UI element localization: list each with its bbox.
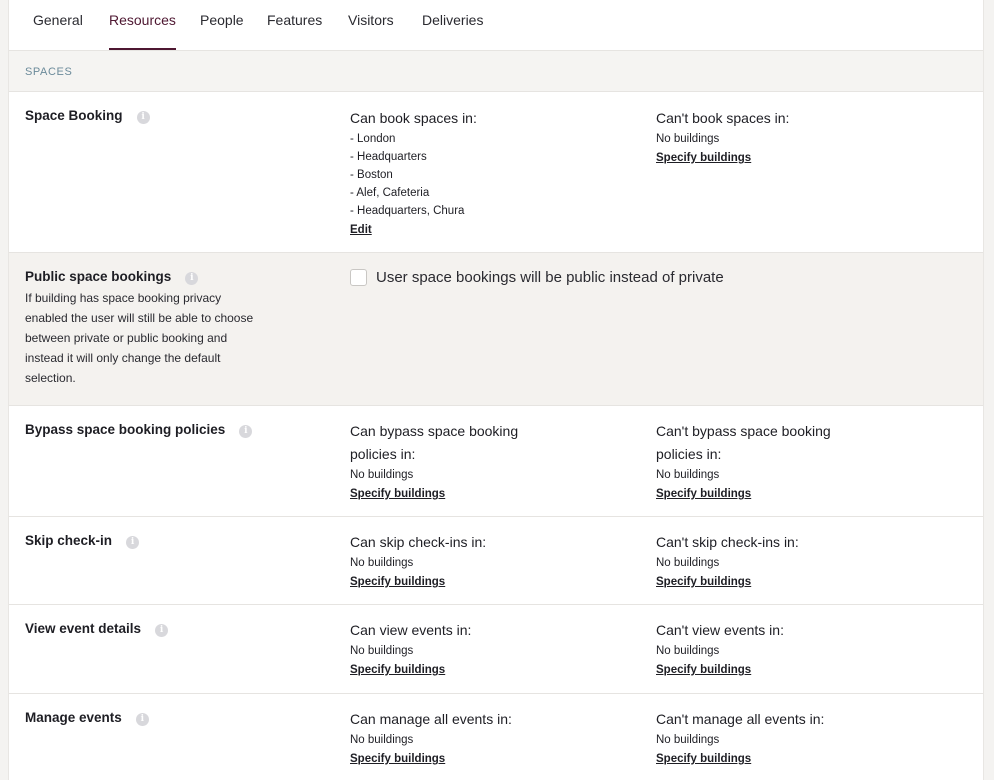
info-icon[interactable]: i [239,425,253,438]
can-value: No buildings [350,645,414,657]
can-heading: Can manage all events in: [350,711,512,727]
checkbox-label[interactable]: User space bookings will be public inste… [376,269,724,286]
cant-column: Can't manage all events in: No buildings… [656,708,856,767]
specify-buildings-link[interactable]: Specify buildings [656,751,751,767]
row-title: Public space bookings i [25,269,199,285]
can-column: Can bypass space booking policies in: No… [350,420,540,502]
cant-heading: Can't manage all events in: [656,711,825,727]
specify-buildings-link[interactable]: Specify buildings [656,662,751,678]
cant-column: Can't view events in: No buildings Speci… [656,619,856,678]
can-value: No buildings [350,557,414,569]
row-title-text: Skip check-in [25,533,113,548]
cant-value: No buildings [656,734,720,746]
can-heading: Can skip check-ins in: [350,534,487,550]
specify-buildings-link[interactable]: Specify buildings [656,486,751,502]
info-icon[interactable]: i [136,111,150,124]
specify-buildings-link[interactable]: Specify buildings [350,751,445,767]
specify-buildings-link[interactable]: Specify buildings [656,150,751,166]
tab-bar: General Resources People Features Visito… [9,0,983,51]
settings-panel: General Resources People Features Visito… [8,0,984,780]
cant-value: No buildings [656,557,720,569]
row-description: If building has space booking privacy en… [25,291,254,385]
tab-features[interactable]: Features [267,12,322,50]
row-title-text: View event details [25,621,142,636]
cant-value: No buildings [656,469,720,481]
specify-buildings-link[interactable]: Specify buildings [350,574,445,590]
specify-buildings-link[interactable]: Specify buildings [656,574,751,590]
tab-deliveries[interactable]: Deliveries [422,12,483,50]
cant-column: Can't bypass space booking policies in: … [656,420,851,502]
list-item: - Alef, Cafeteria [350,187,430,199]
row-title-text: Bypass space booking policies [25,422,226,437]
can-column: Can view events in: No buildings Specify… [350,619,550,678]
row-skip-check-in: Skip check-in i Can skip check-ins in: No… [9,517,983,605]
section-title: SPACES [25,66,73,78]
list-item: - Headquarters, Chura [350,205,465,217]
can-heading: Can view events in: [350,622,472,638]
list-item: - Headquarters [350,151,427,163]
info-icon[interactable]: i [126,536,140,549]
tab-resources[interactable]: Resources [109,12,176,50]
row-title: Space Booking i [25,108,150,124]
cant-value: No buildings [656,645,720,657]
can-column: Can skip check-ins in: No buildings Spec… [350,531,550,590]
cant-column: Can't skip check-ins in: No buildings Sp… [656,531,856,590]
edit-link[interactable]: Edit [350,222,372,238]
row-title-text: Space Booking [25,108,123,123]
can-value: No buildings [350,469,414,481]
info-icon[interactable]: i [155,624,169,637]
row-title: Skip check-in i [25,533,140,549]
specify-buildings-link[interactable]: Specify buildings [350,662,445,678]
list-item: - London [350,133,396,145]
list-item: - Boston [350,169,393,181]
tab-general[interactable]: General [33,12,83,50]
can-value: No buildings [350,734,414,746]
can-heading: Can bypass space booking policies in: [350,423,519,462]
can-heading: Can book spaces in: [350,110,477,126]
row-title: View event details i [25,621,169,637]
cant-column: Can't book spaces in: No buildings Speci… [656,107,856,166]
cant-heading: Can't bypass space booking policies in: [656,423,831,462]
row-public-space-bookings: Public space bookings i If building has s… [9,253,983,406]
row-view-event-details: View event details i Can view events in: … [9,605,983,694]
tab-visitors[interactable]: Visitors [348,12,394,50]
specify-buildings-link[interactable]: Specify buildings [350,486,445,502]
tab-people[interactable]: People [200,12,244,50]
row-space-booking: Space Booking i Can book spaces in: - Lon… [9,92,983,253]
row-bypass-policies: Bypass space booking policies i Can bypas… [9,406,983,517]
can-column: Can book spaces in: - London - Headquart… [350,107,550,238]
row-title: Bypass space booking policies i [25,422,253,438]
can-column: Can manage all events in: No buildings S… [350,708,550,767]
info-icon[interactable]: i [135,713,149,726]
cant-value: No buildings [656,133,720,145]
info-icon[interactable]: i [185,272,199,285]
cant-heading: Can't skip check-ins in: [656,534,799,550]
cant-heading: Can't book spaces in: [656,110,790,126]
row-manage-events: Manage events i Can manage all events in:… [9,694,983,780]
row-title: Manage events i [25,710,149,726]
row-title-text: Public space bookings [25,269,172,284]
section-header-spaces: SPACES [9,51,983,92]
public-bookings-checkbox[interactable] [350,269,367,286]
row-title-text: Manage events [25,710,122,725]
public-bookings-checkbox-group[interactable]: User space bookings will be public inste… [350,269,724,286]
cant-heading: Can't view events in: [656,622,784,638]
